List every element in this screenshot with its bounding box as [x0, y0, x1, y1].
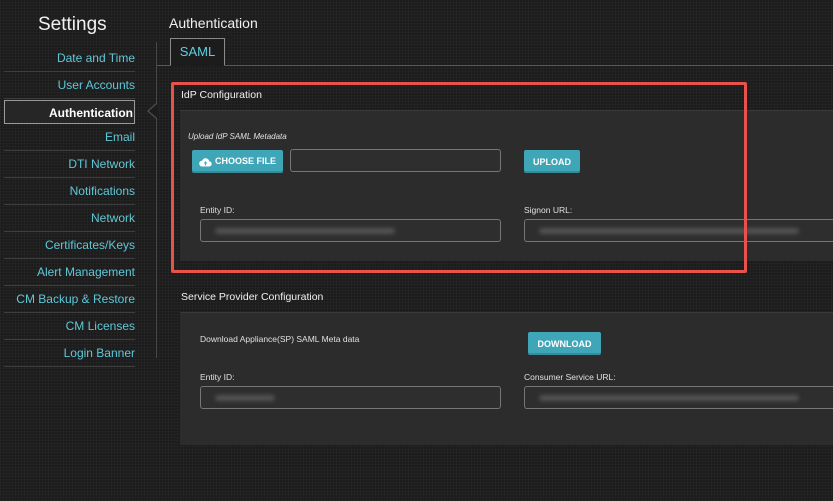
redacted-value: [539, 395, 799, 401]
sidebar-item-certificates-keys[interactable]: Certificates/Keys: [4, 233, 135, 259]
sidebar-item-network[interactable]: Network: [4, 206, 135, 232]
redacted-value: [215, 395, 275, 401]
sp-panel: [180, 312, 833, 445]
consumer-service-url-label: Consumer Service URL:: [524, 372, 616, 382]
download-metadata-label: Download Appliance(SP) SAML Meta data: [200, 334, 360, 344]
active-item-pointer-fill: [149, 104, 157, 118]
sidebar-item-authentication[interactable]: Authentication: [4, 100, 135, 124]
sidebar-item-dti-network[interactable]: DTI Network: [4, 152, 135, 178]
tab-saml[interactable]: SAML: [170, 38, 225, 66]
sidebar-item-email[interactable]: Email: [4, 125, 135, 151]
sidebar-item-date-and-time[interactable]: Date and Time: [4, 46, 135, 72]
sp-entity-id-field[interactable]: [200, 386, 501, 409]
tab-bar-line: [157, 65, 833, 66]
sidebar-item-cm-backup-restore[interactable]: CM Backup & Restore: [4, 287, 135, 313]
sp-entity-id-label: Entity ID:: [200, 372, 235, 382]
page-title: Authentication: [169, 15, 258, 31]
download-button[interactable]: DOWNLOAD: [528, 332, 601, 355]
sidebar-item-notifications[interactable]: Notifications: [4, 179, 135, 205]
sidebar-item-cm-licenses[interactable]: CM Licenses: [4, 314, 135, 340]
sp-section-header: Service Provider Configuration: [181, 291, 324, 303]
sidebar-item-alert-management[interactable]: Alert Management: [4, 260, 135, 286]
sidebar-item-login-banner[interactable]: Login Banner: [4, 341, 135, 367]
highlight-box: [171, 82, 747, 273]
settings-title: Settings: [38, 14, 107, 35]
settings-sidebar: Date and Time User Accounts Authenticati…: [4, 46, 135, 368]
sidebar-divider: [156, 42, 157, 358]
consumer-service-url-field[interactable]: [524, 386, 833, 409]
sidebar-item-user-accounts[interactable]: User Accounts: [4, 73, 135, 99]
